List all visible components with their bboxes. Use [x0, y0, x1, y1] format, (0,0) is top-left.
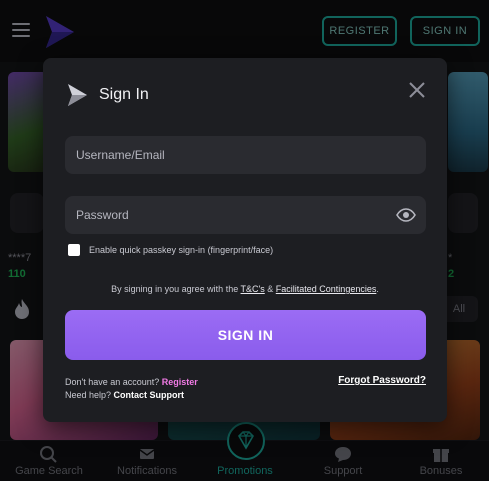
close-icon[interactable]: [407, 80, 427, 100]
sign-in-submit-button[interactable]: SIGN IN: [65, 310, 426, 360]
terms-text: By signing in you agree with the T&C's &…: [43, 284, 447, 294]
sign-in-modal: Sign In Enable quick passkey sign-in (fi…: [43, 58, 447, 422]
contact-support-link[interactable]: Contact Support: [114, 390, 185, 400]
terms-prefix: By signing in you agree with the: [111, 284, 241, 294]
help-text: Need help?: [65, 390, 114, 400]
no-account-text: Don't have an account?: [65, 377, 162, 387]
password-field-wrapper: [65, 196, 426, 234]
eye-icon[interactable]: [396, 206, 416, 224]
contingencies-link[interactable]: Facilitated Contingencies: [276, 284, 377, 294]
forgot-password-link[interactable]: Forgot Password?: [323, 375, 426, 386]
password-input[interactable]: [65, 196, 426, 234]
account-help: Don't have an account? Register Need hel…: [65, 376, 198, 402]
terms-link[interactable]: T&C's: [241, 284, 265, 294]
passkey-label: Enable quick passkey sign-in (fingerprin…: [89, 245, 274, 255]
passkey-checkbox[interactable]: [68, 244, 80, 256]
terms-mid: &: [264, 284, 276, 294]
register-link[interactable]: Register: [162, 377, 198, 387]
modal-title: Sign In: [99, 86, 149, 103]
brand-logo-icon: [68, 84, 87, 106]
username-input[interactable]: [65, 136, 426, 174]
terms-suffix: .: [376, 284, 379, 294]
passkey-option: Enable quick passkey sign-in (fingerprin…: [68, 243, 273, 257]
username-field-wrapper: [65, 136, 426, 174]
